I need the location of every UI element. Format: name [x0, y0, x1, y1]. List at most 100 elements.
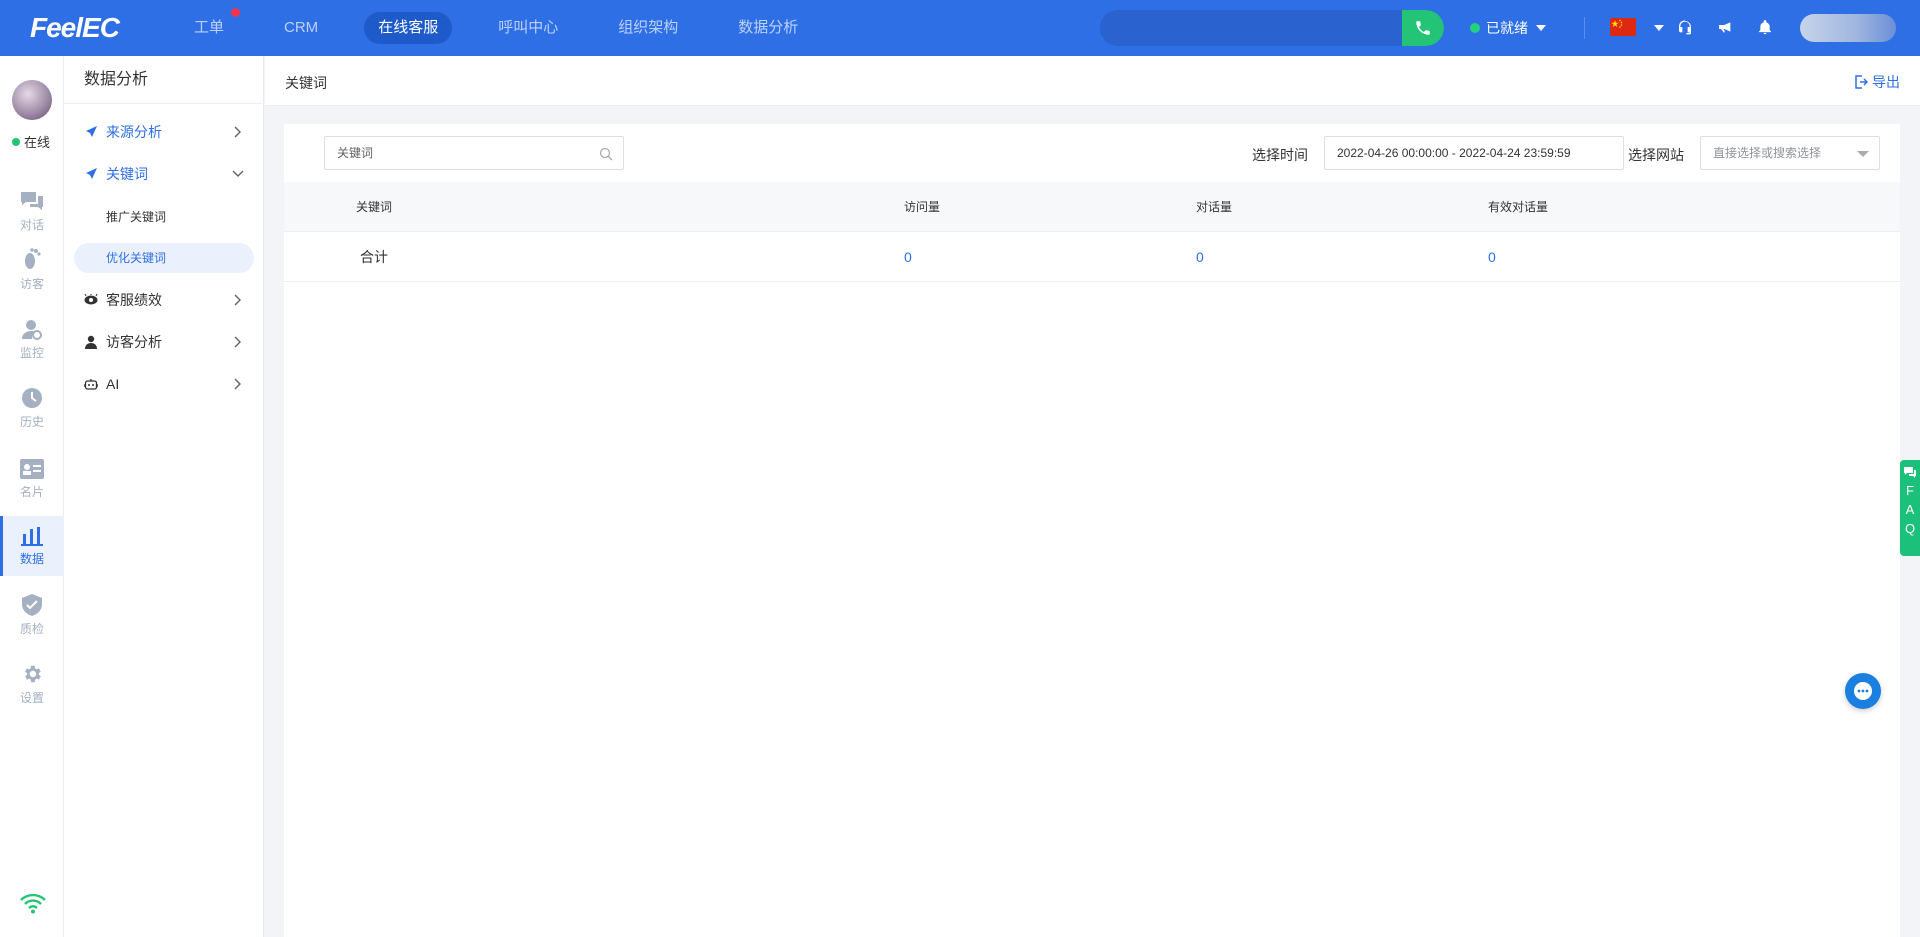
nav-label: CRM: [284, 19, 319, 36]
sub-item-promotion-keywords[interactable]: 推广关键词: [74, 202, 254, 232]
wifi-icon: [20, 893, 46, 914]
table-row: 合计 0 0 0: [284, 232, 1900, 282]
row-total-label: 合计: [360, 249, 388, 265]
top-bar: FeelEC 工单 CRM 在线客服 呼叫中心 组织架构 数据分析 已就绪: [0, 0, 1920, 56]
china-flag-icon[interactable]: [1610, 18, 1636, 36]
keyword-report-card: 选择时间 2022-04-26 00:00:00 - 2022-04-24 23…: [284, 124, 1900, 937]
rail-item-chat[interactable]: 对话: [0, 181, 64, 241]
chat-icon: [21, 191, 43, 210]
date-range-picker[interactable]: 2022-04-26 00:00:00 - 2022-04-24 23:59:5…: [1324, 136, 1624, 170]
phone-icon: [1416, 21, 1430, 35]
nav-item-ticket[interactable]: 工单: [180, 8, 241, 44]
person-icon: [85, 335, 97, 349]
export-button[interactable]: 导出: [1854, 72, 1900, 92]
rail-label: 质检: [19, 621, 44, 636]
sub-item-optimization-keywords[interactable]: 优化关键词: [74, 243, 254, 273]
menu-label: AI: [106, 376, 120, 392]
rail-item-history[interactable]: 历史: [0, 378, 64, 438]
clock-icon: [22, 387, 42, 408]
monitor-user-icon: [22, 319, 42, 340]
table-header: 关键词 访问量 对话量 有效对话量: [284, 182, 1900, 232]
megaphone-icon[interactable]: [1714, 16, 1736, 38]
nav-item-data-analysis[interactable]: 数据分析: [724, 12, 812, 44]
chat-support-button[interactable]: [1845, 673, 1881, 709]
search-input[interactable]: [1100, 10, 1400, 46]
rail-item-card[interactable]: 名片: [0, 449, 64, 509]
rail-item-quality[interactable]: 质检: [0, 585, 64, 645]
chevron-down-icon: [1857, 151, 1869, 157]
agent-status-dropdown[interactable]: 已就绪: [1470, 18, 1546, 38]
rail-label: 监控: [19, 345, 44, 360]
online-status: 在线: [12, 132, 50, 151]
rail-item-data[interactable]: 数据: [0, 516, 64, 576]
chevron-right-icon: [234, 336, 241, 348]
status-dot: [1470, 23, 1480, 33]
menu-item-visitor-analysis[interactable]: 访客分析: [64, 324, 264, 360]
user-account-menu[interactable]: [1800, 14, 1896, 42]
id-card-icon: [20, 458, 44, 479]
rail-item-visitor[interactable]: 访客: [0, 239, 64, 299]
analysis-submenu: 数据分析 来源分析 关键词 推广关键词 优化关键词 客服绩效 访客分析 AI: [64, 56, 264, 937]
shield-check-icon: [22, 593, 42, 616]
site-select-input[interactable]: [1701, 137, 1851, 169]
column-header-keyword: 关键词: [356, 200, 393, 214]
nav-label: 组织架构: [618, 19, 679, 36]
nav-label: 呼叫中心: [498, 19, 559, 36]
bell-icon[interactable]: [1754, 16, 1776, 38]
rail-label: 历史: [19, 414, 44, 429]
notification-dot: [231, 8, 241, 17]
headset-icon[interactable]: [1674, 16, 1696, 38]
chevron-right-icon: [234, 294, 241, 306]
faq-letter: A: [1905, 502, 1915, 517]
faq-side-tab[interactable]: F A Q: [1900, 460, 1920, 556]
menu-label: 来源分析: [106, 124, 162, 140]
keyword-table: 关键词 访问量 对话量 有效对话量 合计 0 0 0: [284, 182, 1900, 282]
keyword-search-input[interactable]: [325, 137, 595, 169]
compass-icon: [86, 168, 97, 179]
menu-item-keywords[interactable]: 关键词: [64, 156, 264, 192]
rail-label: 对话: [19, 217, 44, 232]
language-chevron-down-icon[interactable]: [1654, 25, 1664, 31]
brand-logo[interactable]: FeelEC: [30, 12, 120, 44]
site-select[interactable]: [1700, 136, 1880, 170]
nav-item-call-center[interactable]: 呼叫中心: [484, 12, 572, 44]
content-header: 关键词 导出: [265, 56, 1920, 106]
menu-label: 访客分析: [106, 334, 162, 350]
nav-item-crm[interactable]: CRM: [270, 12, 332, 44]
icon-rail: 在线 对话 访客 监控 历史 名片 数据 质检 设置: [0, 56, 64, 937]
row-conversations-value[interactable]: 0: [1196, 232, 1204, 282]
faq-letter: Q: [1904, 521, 1916, 536]
export-icon: [1855, 75, 1868, 89]
column-header-conversations: 对话量: [1196, 200, 1233, 214]
chat-bubble-icon: [1904, 467, 1916, 478]
robot-icon: [84, 378, 98, 390]
menu-item-agent-performance[interactable]: 客服绩效: [64, 282, 264, 318]
menu-item-source-analysis[interactable]: 来源分析: [64, 114, 264, 150]
chevron-down-icon: [1536, 25, 1546, 31]
gear-icon: [25, 665, 41, 682]
nav-item-organization[interactable]: 组织架构: [604, 12, 692, 44]
rail-item-monitor[interactable]: 监控: [0, 309, 64, 369]
rail-item-settings[interactable]: 设置: [0, 654, 64, 714]
chat-dots-icon: [1854, 682, 1872, 700]
chevron-right-icon: [234, 378, 241, 390]
export-label: 导出: [1872, 74, 1900, 90]
rail-label: 访客: [19, 276, 44, 291]
nav-label: 在线客服: [378, 19, 439, 36]
row-visits-value[interactable]: 0: [904, 232, 912, 282]
nav-label: 数据分析: [738, 19, 799, 36]
search-icon[interactable]: [599, 147, 613, 161]
status-label: 已就绪: [1486, 20, 1528, 36]
rail-label: 设置: [19, 690, 44, 705]
row-valid-conversations-value[interactable]: 0: [1488, 232, 1496, 282]
site-filter-label: 选择网站: [1628, 147, 1684, 163]
page-title: 关键词: [285, 75, 327, 91]
avatar[interactable]: [12, 80, 52, 120]
footprint-icon: [25, 247, 41, 269]
nav-label: 工单: [194, 19, 225, 36]
dial-button[interactable]: [1402, 10, 1444, 46]
menu-item-ai[interactable]: AI: [64, 366, 264, 402]
rail-label: 名片: [19, 484, 44, 499]
nav-item-online-service[interactable]: 在线客服: [364, 12, 453, 44]
column-header-valid-conversations: 有效对话量: [1488, 200, 1549, 214]
